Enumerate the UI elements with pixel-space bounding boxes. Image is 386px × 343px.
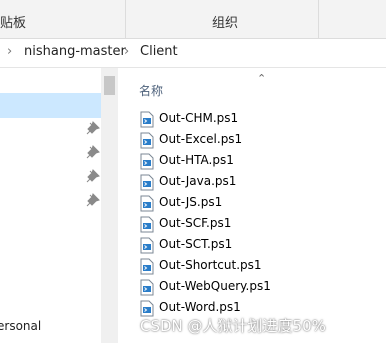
powershell-script-icon	[140, 132, 154, 149]
watermark-text: CSDN @人狱计划进度50%	[140, 317, 326, 335]
pin-icon[interactable]	[86, 193, 100, 207]
file-name: Out-Shortcut.ps1	[159, 258, 262, 272]
column-header-name[interactable]: 名称	[139, 82, 163, 99]
breadcrumb-client[interactable]: Client	[140, 44, 178, 59]
nav-selected-item[interactable]	[0, 93, 101, 118]
file-name: Out-HTA.ps1	[159, 153, 234, 167]
powershell-script-icon	[140, 279, 154, 296]
file-list: ⌃ 名称 Out-CHM.ps1 Out-Excel.ps1 Out-HTA.p…	[118, 68, 386, 343]
powershell-script-icon	[140, 237, 154, 254]
list-item[interactable]: Out-JS.ps1	[140, 193, 370, 213]
powershell-script-icon	[140, 111, 154, 128]
file-name: Out-SCF.ps1	[159, 216, 232, 230]
list-item[interactable]: Out-Java.ps1	[140, 172, 370, 192]
powershell-script-icon	[140, 195, 154, 212]
ribbon-group-clipboard[interactable]: 贴板	[0, 12, 26, 31]
list-item[interactable]: Out-Excel.ps1	[140, 130, 370, 150]
file-name: Out-SCT.ps1	[159, 237, 233, 251]
list-item[interactable]: Out-SCF.ps1	[140, 214, 370, 234]
list-item[interactable]: Out-CHM.ps1	[140, 109, 370, 129]
pin-icon[interactable]	[86, 121, 100, 135]
chevron-right-icon[interactable]: ›	[124, 44, 129, 59]
file-name: Out-Excel.ps1	[159, 132, 243, 146]
ribbon-divider	[318, 0, 319, 38]
ribbon-divider	[125, 0, 126, 38]
file-name: Out-CHM.ps1	[159, 111, 239, 125]
powershell-script-icon	[140, 174, 154, 191]
file-name: Out-JS.ps1	[159, 195, 223, 209]
sort-ascending-icon: ⌃	[257, 72, 267, 85]
nav-item-personal[interactable]: ersonal	[0, 319, 41, 333]
list-item[interactable]: Out-HTA.ps1	[140, 151, 370, 171]
powershell-script-icon	[140, 153, 154, 170]
nav-scrollbar[interactable]	[101, 68, 118, 343]
pin-icon[interactable]	[86, 169, 100, 183]
chevron-right-icon[interactable]: ›	[7, 44, 12, 59]
powershell-script-icon	[140, 258, 154, 275]
file-name: Out-Java.ps1	[159, 174, 237, 188]
list-item[interactable]: Out-SCT.ps1	[140, 235, 370, 255]
ribbon: × × × × 贴板 组织	[0, 0, 386, 39]
powershell-script-icon	[140, 216, 154, 233]
ribbon-top-partial: × × × ×	[0, 0, 46, 3]
pin-icon[interactable]	[86, 145, 100, 159]
file-name: Out-Word.ps1	[159, 300, 241, 314]
list-item[interactable]: Out-Shortcut.ps1	[140, 256, 370, 276]
address-bar[interactable]: › nishang-master › Client	[0, 39, 386, 68]
navigation-pane: ersonal	[0, 68, 101, 343]
ribbon-group-organize[interactable]: 组织	[212, 12, 238, 31]
file-name: Out-WebQuery.ps1	[159, 279, 271, 293]
scroll-thumb[interactable]	[104, 76, 115, 95]
list-item[interactable]: Out-WebQuery.ps1	[140, 277, 370, 297]
breadcrumb-nishang-master[interactable]: nishang-master	[24, 44, 126, 59]
